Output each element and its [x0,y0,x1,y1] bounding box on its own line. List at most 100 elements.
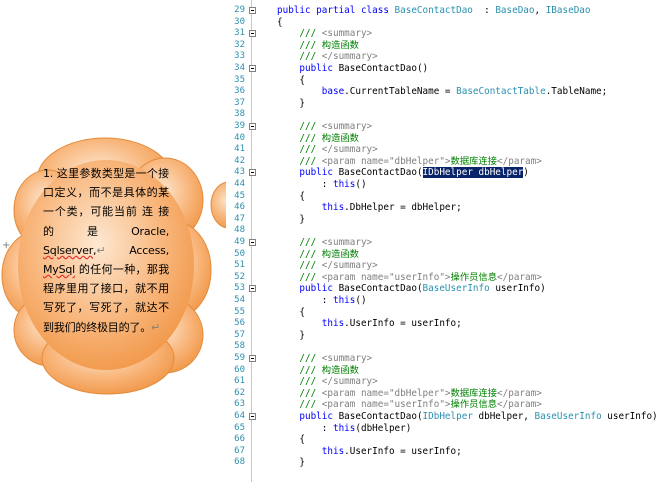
code-token: this [332,179,356,190]
code-token: </param> [497,399,542,411]
collapse-toggle-icon[interactable] [249,355,256,362]
code-token: , [534,5,546,16]
code-token: <param name="userInfo"> [321,399,451,411]
code-token: { [277,16,283,28]
line-number: 58 [234,341,245,352]
collapse-toggle-icon[interactable] [249,169,256,177]
line-number: 49 [234,237,245,247]
paragraph-mark-icon: ↵ [151,320,161,334]
collapse-toggle-icon[interactable] [249,30,256,38]
code-token: /// [277,144,322,156]
code-token: userInfo) [489,283,546,295]
line-number: 34 [234,63,245,73]
code-editor[interactable]: 29 public partial class BaseContactDao : … [226,0,656,482]
code-token: public [277,283,339,295]
code-token: { [277,190,305,202]
code-text: public BaseContactDao(IDbHelper dbHelper… [277,411,656,423]
collapse-toggle-icon[interactable] [249,65,256,72]
code-token: </summary> [321,51,378,63]
code-token: BaseContactDao( [338,283,423,295]
code-text: /// <param name="dbHelper">数据库连接</param> [277,155,542,168]
collapse-toggle-icon[interactable] [249,285,256,293]
collapse-toggle-icon[interactable] [249,239,256,246]
code-text: /// <summary> [277,28,372,40]
code-token: public [277,167,339,179]
line-number: 64 [234,411,245,421]
code-text: /// 构造函数 [277,133,359,145]
code-token: this [277,202,345,214]
code-text: } [277,457,305,469]
code-token: this [332,295,356,306]
code-token: : [277,422,333,434]
collapse-toggle-icon[interactable] [249,7,256,14]
line-number: 56 [234,318,245,329]
code-token: /// [277,155,322,167]
line-number: 38 [234,109,245,120]
line-number: 55 [234,306,245,317]
code-token: <summary> [321,353,373,364]
code-token: BaseDao [495,5,535,16]
code-token: .DbHelper = dbHelper; [344,202,462,214]
code-token: { [277,74,305,86]
code-text: /// <param name="userInfo">操作员信息</param> [277,399,542,411]
line-number: 53 [234,283,245,294]
code-token: BaseContactDao() [338,63,429,74]
code-token: /// [277,260,322,272]
line-number: 48 [234,225,245,236]
code-text: this.UserInfo = userInfo; [277,318,462,330]
line-number: 66 [234,434,245,445]
code-token: } [277,97,305,109]
selected-text: IDbHelper dbHelper [422,167,524,179]
code-token: 操作员信息 [450,271,498,283]
line-number: 63 [234,399,245,410]
code-token: this [332,422,356,434]
line-number: 57 [234,329,245,340]
spellcheck-word: MySql [43,263,76,277]
spellcheck-word: Sqlserver [43,243,94,257]
code-token: base [277,86,345,98]
line-number: 42 [234,155,245,166]
code-text: public BaseContactDao(BaseUserInfo userI… [277,283,546,295]
line-number: 62 [234,387,245,398]
code-token: BaseContactTable [456,86,546,98]
code-text: { [277,191,305,203]
code-token: userInfo) [601,411,656,422]
code-token: .TableName; [545,86,608,98]
code-text: /// 构造函数 [277,249,359,261]
collapse-toggle-icon[interactable] [249,123,256,130]
code-token: .UserInfo = userInfo; [344,318,462,330]
code-text: : this(dbHelper) [277,422,412,435]
callout-text-run: 1. 这里参数类型是一个接口定义，而不是具体的某一个类，可能当前 连 接 的 是… [43,167,169,238]
code-token: BaseUserInfo [422,283,490,295]
collapse-toggle-icon[interactable] [249,413,256,420]
code-token: </summary> [321,144,378,156]
line-number: 47 [234,213,245,224]
code-text: /// </summary> [277,144,378,156]
line-number: 52 [234,271,245,282]
code-token: /// 构造函数 [277,132,359,144]
code-text: { [277,75,305,87]
edge-mark: + [2,240,11,251]
code-text: { [277,434,305,446]
code-token: <param name="dbHelper"> [321,387,451,399]
code-token: </summary> [321,376,378,388]
code-text: /// <summary> [277,237,372,249]
code-token: /// [277,353,322,364]
line-number: 50 [234,248,245,259]
code-token: ) [523,167,529,179]
code-text: /// <summary> [277,353,372,365]
code-token: </param> [497,155,542,167]
code-token: <summary> [321,237,373,248]
code-text: : this() [277,179,367,191]
line-number: 41 [234,144,245,155]
code-text: public BaseContactDao() [277,63,428,75]
code-text: { [277,307,305,319]
code-text: } [277,214,305,226]
code-token: } [277,457,305,469]
code-text: /// 构造函数 [277,365,359,377]
line-number: 33 [234,51,245,62]
code-token: { [277,434,305,446]
code-token: (dbHelper) [355,422,412,434]
callout-text-run: Access, [105,243,169,257]
line-number: 45 [234,190,245,201]
